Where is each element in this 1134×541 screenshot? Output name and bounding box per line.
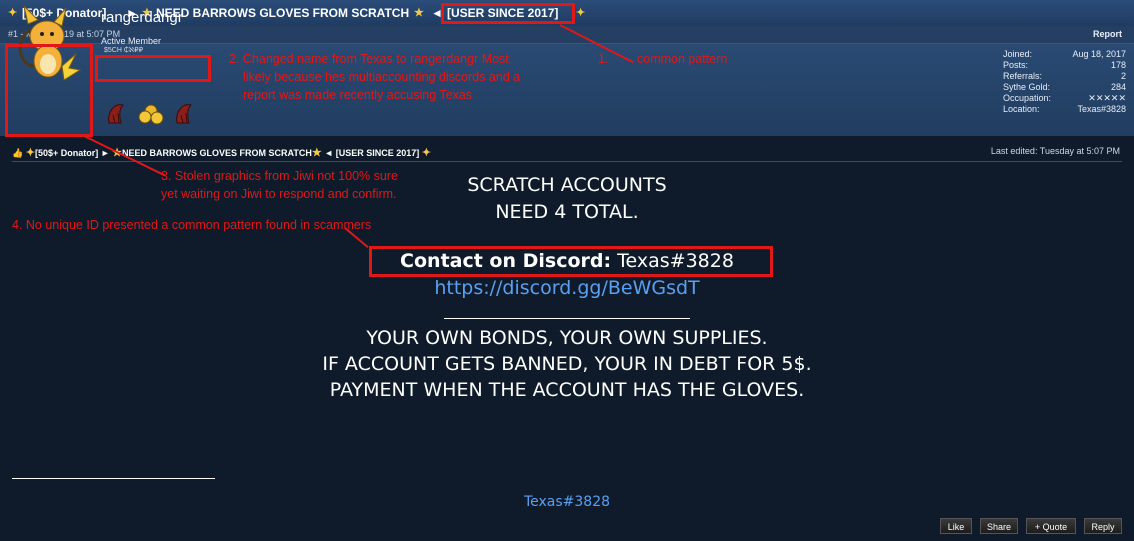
separator-line [444,318,690,319]
gold-coins-icon [138,104,164,125]
user-stats: Joined: Aug 18, 2017 Posts: 178 Referrals:… [1003,49,1126,115]
last-edited: Last edited: Tuesday at 5:07 PM [990,146,1120,156]
sparkle-icon: ✦ [421,147,431,159]
stat-location: Location: Texas#3828 [1003,104,1126,114]
share-button[interactable]: Share [980,518,1018,534]
discord-link[interactable]: https://discord.gg/BeWGsdT [0,277,1134,299]
stat-referrals: Referrals: 2 [1003,71,1126,81]
annotation-1-text: common pattern [637,52,728,66]
report-link[interactable]: Report [1093,29,1122,39]
signature-divider [12,478,215,479]
thread-title: NEED BARROWS GLOVES FROM SCRATCH [156,6,410,20]
annotation-3: 3. Stolen graphics from Jiwi not 100% su… [161,169,398,201]
annotation-box-contact [369,246,773,277]
divider [12,161,1122,162]
post-line-5: PAYMENT WHEN THE ACCOUNT HAS THE GLOVES. [329,379,805,401]
annotation-box-user-since [441,3,575,24]
annotation-4: 4. No unique ID presented a common patte… [12,218,372,232]
stat-sythe-gold: Sythe Gold: 284 [1003,82,1126,92]
stat-joined: Joined: Aug 18, 2017 [1003,49,1126,59]
annotation-1-number: 1. [598,52,609,66]
signature-discord-id[interactable]: Texas#3828 [0,494,1134,510]
reply-button[interactable]: Reply [1084,518,1122,534]
post-line-3: YOUR OWN BONDS, YOUR OWN SUPPLIES. [366,327,768,349]
quote-button[interactable]: + Quote [1026,518,1076,534]
star-icon: ★ [311,147,322,159]
like-button[interactable]: Like [940,518,972,534]
award-caption: $5CH ₵ℵ₽₽ [104,47,144,54]
sparkle-icon: ✦ [25,147,35,159]
award-icons [108,104,192,125]
post-line-4: IF ACCOUNT GETS BANNED, YOUR IN DEBT FOR… [322,353,812,375]
sparkle-icon: ✦ [576,7,586,19]
stat-occupation: Occupation: ✕✕✕✕✕ [1003,93,1126,103]
annotation-box-avatar [5,44,93,137]
stat-posts: Posts: 178 [1003,60,1126,70]
thumbs-up-icon: 👍 [12,148,24,158]
annotation-box-username [95,55,211,82]
username[interactable]: rangerdangr [101,9,183,26]
star-icon: ★ [414,7,424,19]
signature-title-line: 👍 ✦[50$+ Donator] ► ★NEED BARROWS GLOVES… [12,147,431,159]
crab-claw-icon [176,104,192,124]
crab-claw-icon [108,104,124,124]
user-title: Active Member [101,36,162,46]
annotation-2: 2. Changed name from Texas to rangerdang… [229,52,521,102]
